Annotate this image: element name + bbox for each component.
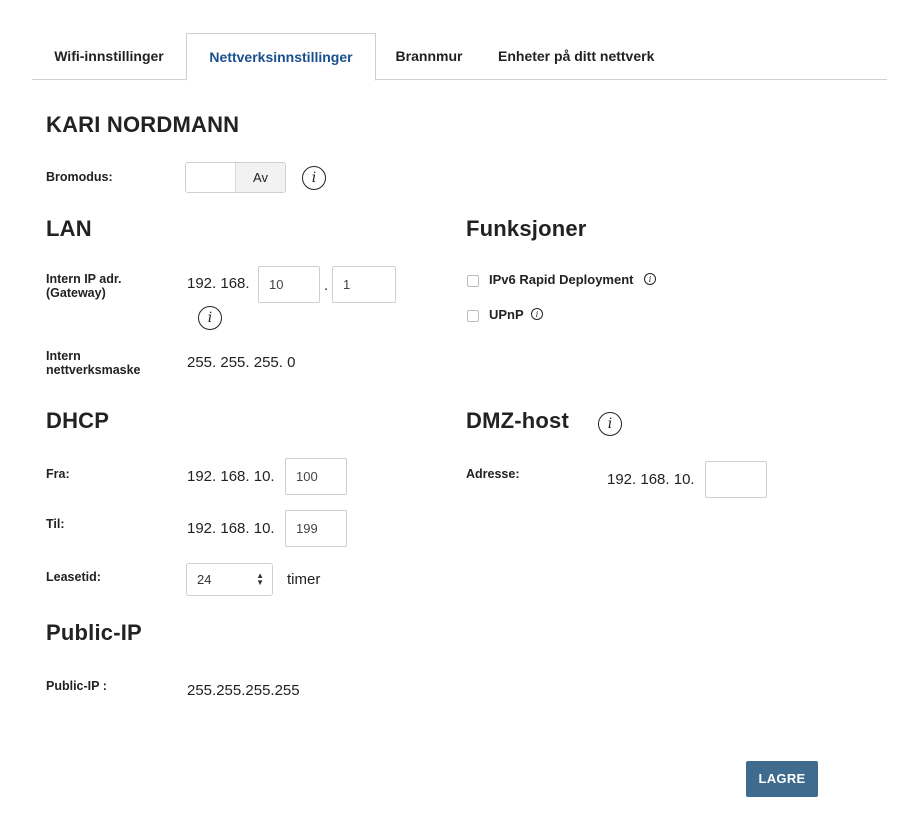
lease-time-label: Leasetid: (46, 570, 101, 584)
netmask-value: 255. 255. 255. 0 (187, 354, 296, 371)
gateway-info-icon[interactable]: i (198, 306, 222, 330)
public-ip-label: Public-IP : (46, 679, 107, 693)
internal-ip-octet4-input[interactable]: 1 (332, 266, 396, 303)
dhcp-from-label: Fra: (46, 467, 70, 481)
dhcp-from-input[interactable]: 100 (285, 458, 347, 495)
dhcp-to-input[interactable]: 199 (285, 510, 347, 547)
dhcp-to-label: Til: (46, 517, 65, 531)
public-ip-value: 255.255.255.255 (187, 682, 300, 699)
tab-firewall[interactable]: Brannmur (376, 33, 482, 80)
dmz-heading: DMZ-host (466, 408, 570, 433)
lease-time-value: 24 (197, 572, 212, 587)
select-arrows-icon: ▲ ▼ (256, 571, 264, 587)
dhcp-heading: DHCP (46, 408, 110, 433)
bridge-mode-label: Bromodus: (46, 170, 113, 184)
upnp-info-icon[interactable]: i (531, 308, 543, 320)
upnp-checkbox[interactable] (467, 310, 479, 322)
upnp-label: UPnP (489, 307, 524, 322)
netmask-label: Intern nettverksmaske (46, 349, 141, 377)
ip-separator: . (324, 277, 329, 294)
internal-ip-label-line1: Intern IP adr. (46, 272, 122, 286)
netmask-label-line2: nettverksmaske (46, 363, 141, 377)
tab-wifi-settings[interactable]: Wifi-innstillinger (32, 33, 186, 80)
dmz-info-icon[interactable]: i (598, 412, 622, 436)
bridge-mode-toggle[interactable]: Av (185, 162, 286, 193)
ipv6-info-icon[interactable]: i (644, 273, 656, 285)
ipv6-rapid-deployment-checkbox[interactable] (467, 275, 479, 287)
tab-devices[interactable]: Enheter på ditt nettverk (482, 33, 682, 80)
internal-ip-prefix: 192. 168. (187, 275, 250, 292)
internal-ip-octet3-input[interactable]: 10 (258, 266, 320, 303)
tab-bar: Wifi-innstillinger Nettverksinnstillinge… (32, 33, 887, 81)
dhcp-to-prefix: 192. 168. 10. (187, 520, 275, 537)
dmz-address-input[interactable] (705, 461, 767, 498)
lan-heading: LAN (46, 216, 92, 241)
lease-time-unit: timer (287, 571, 321, 588)
tab-network-settings[interactable]: Nettverksinnstillinger (186, 33, 376, 81)
internal-ip-label: Intern IP adr. (Gateway) (46, 272, 122, 300)
public-ip-heading: Public-IP (46, 620, 142, 645)
page-title: KARI NORDMANN (46, 112, 240, 137)
ipv6-rapid-deployment-label: IPv6 Rapid Deployment (489, 272, 634, 287)
lease-time-select[interactable]: 24 ▲ ▼ (186, 563, 273, 596)
bridge-mode-toggle-value: Av (235, 163, 285, 192)
bridge-mode-info-icon[interactable]: i (302, 166, 326, 190)
dhcp-from-prefix: 192. 168. 10. (187, 468, 275, 485)
features-heading: Funksjoner (466, 216, 587, 241)
netmask-label-line1: Intern (46, 349, 81, 363)
internal-ip-label-line2: (Gateway) (46, 286, 106, 300)
dmz-address-label: Adresse: (466, 467, 520, 481)
save-button[interactable]: LAGRE (746, 761, 818, 797)
dmz-address-prefix: 192. 168. 10. (607, 471, 695, 488)
